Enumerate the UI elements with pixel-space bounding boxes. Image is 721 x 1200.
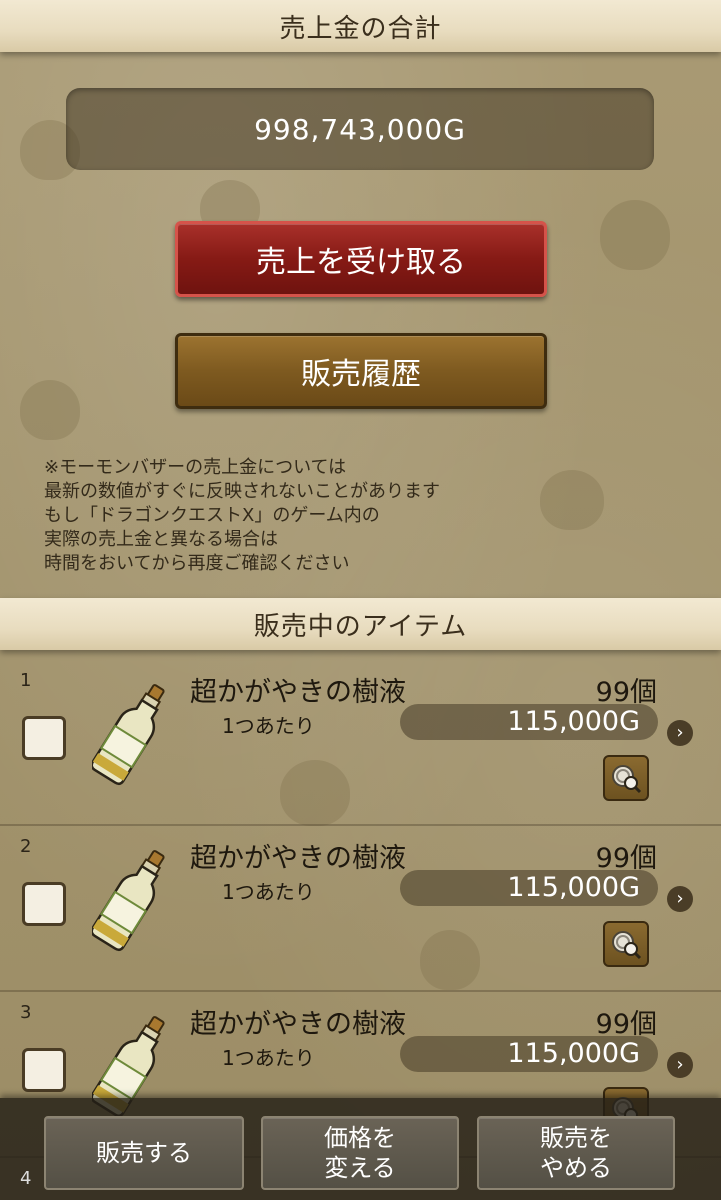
bottle-icon xyxy=(92,850,165,952)
background-pattern xyxy=(20,380,80,440)
notice-line: もし「ドラゴンクエストX」のゲーム内の xyxy=(44,505,380,526)
sell-button-label: 販売する xyxy=(96,1139,192,1167)
row-number: 4 xyxy=(20,1168,32,1189)
background-pattern xyxy=(600,200,670,270)
bottle-icon xyxy=(92,684,165,786)
coin-search-icon xyxy=(612,931,642,960)
item-row[interactable]: 2 超かがやきの樹液 99個 1つあたり 115,000G › xyxy=(0,826,721,992)
per-unit-label: 1つあたり xyxy=(222,880,315,904)
item-name: 超かがやきの樹液 xyxy=(190,677,406,708)
item-row[interactable]: 1 超かがやきの樹液 99個 1つあたり 115,000G › xyxy=(0,660,721,826)
sales-total-amount: 998,743,000G xyxy=(66,88,654,170)
chevron-right-icon[interactable]: › xyxy=(667,720,693,746)
notice-line: 最新の数値がすぐに反映されないことがあります xyxy=(44,481,440,502)
select-checkbox[interactable] xyxy=(22,882,66,926)
item-price: 115,000G xyxy=(400,870,658,906)
sales-history-button[interactable]: 販売履歴 xyxy=(175,333,547,409)
row-number: 1 xyxy=(20,670,32,691)
row-number: 2 xyxy=(20,836,32,857)
item-price: 115,000G xyxy=(400,704,658,740)
chevron-right-icon[interactable]: › xyxy=(667,1052,693,1078)
item-price: 115,000G xyxy=(400,1036,658,1072)
sales-total-value: 998,743,000G xyxy=(254,112,466,146)
sales-total-header: 売上金の合計 xyxy=(0,0,721,52)
notice-line: 実際の売上金と異なる場合は xyxy=(44,529,278,550)
items-on-sale-header: 販売中のアイテム xyxy=(0,598,721,650)
per-unit-label: 1つあたり xyxy=(222,714,315,738)
sell-button[interactable]: 販売する xyxy=(44,1116,244,1190)
bottom-action-bar: 販売する 価格を 変える 販売を やめる xyxy=(0,1098,721,1200)
stop-selling-label-line1: 販売を xyxy=(540,1124,612,1152)
change-price-button[interactable]: 価格を 変える xyxy=(261,1116,459,1190)
per-unit-label: 1つあたり xyxy=(222,1046,315,1070)
row-number: 3 xyxy=(20,1002,32,1023)
chevron-right-icon[interactable]: › xyxy=(667,886,693,912)
price-search-button[interactable] xyxy=(603,755,649,801)
stop-selling-button[interactable]: 販売を やめる xyxy=(477,1116,675,1190)
notice-line: ※モーモンバザーの売上金については xyxy=(44,457,347,478)
item-name: 超かがやきの樹液 xyxy=(190,843,406,874)
change-price-label-line1: 価格を xyxy=(324,1124,396,1152)
receive-sales-button[interactable]: 売上を受け取る xyxy=(175,221,547,297)
price-search-button[interactable] xyxy=(603,921,649,967)
sales-notice: ※モーモンバザーの売上金については 最新の数値がすぐに反映されないことがあります… xyxy=(44,456,644,576)
coin-search-icon xyxy=(612,765,642,794)
select-checkbox[interactable] xyxy=(22,1048,66,1092)
item-name: 超かがやきの樹液 xyxy=(190,1009,406,1040)
stop-selling-label-line2: やめる xyxy=(540,1154,612,1182)
notice-line: 時間をおいてから再度ご確認ください xyxy=(44,553,350,574)
change-price-label-line2: 変える xyxy=(324,1154,396,1182)
select-checkbox[interactable] xyxy=(22,716,66,760)
